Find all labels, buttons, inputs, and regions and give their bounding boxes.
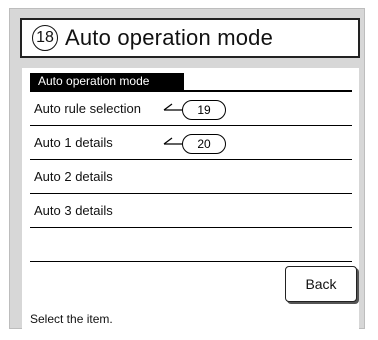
callout-19: 19 [162,100,226,120]
callout-leader-icon [163,103,182,111]
back-button[interactable]: Back [285,266,357,302]
menu-item-empty [30,228,352,262]
screen-header: Auto operation mode [30,73,184,90]
step-number-badge: 18 [32,25,58,51]
menu-item-auto-3-details[interactable]: Auto 3 details [30,194,352,228]
menu-item-label: Auto 2 details [34,169,113,184]
callout-bubble: 20 [182,134,226,154]
callout-20: 20 [162,134,226,154]
menu-item-auto-2-details[interactable]: Auto 2 details [30,160,352,194]
status-text: Select the item. [30,312,113,326]
page-title-text: Auto operation mode [65,25,274,50]
callout-bubble: 19 [182,100,226,120]
menu-item-label: Auto 1 details [34,135,113,150]
menu-item-label: Auto 3 details [34,203,113,218]
callout-leader-icon [163,137,182,145]
page-title: 18 Auto operation mode [20,18,360,58]
menu-item-label: Auto rule selection [34,101,141,116]
